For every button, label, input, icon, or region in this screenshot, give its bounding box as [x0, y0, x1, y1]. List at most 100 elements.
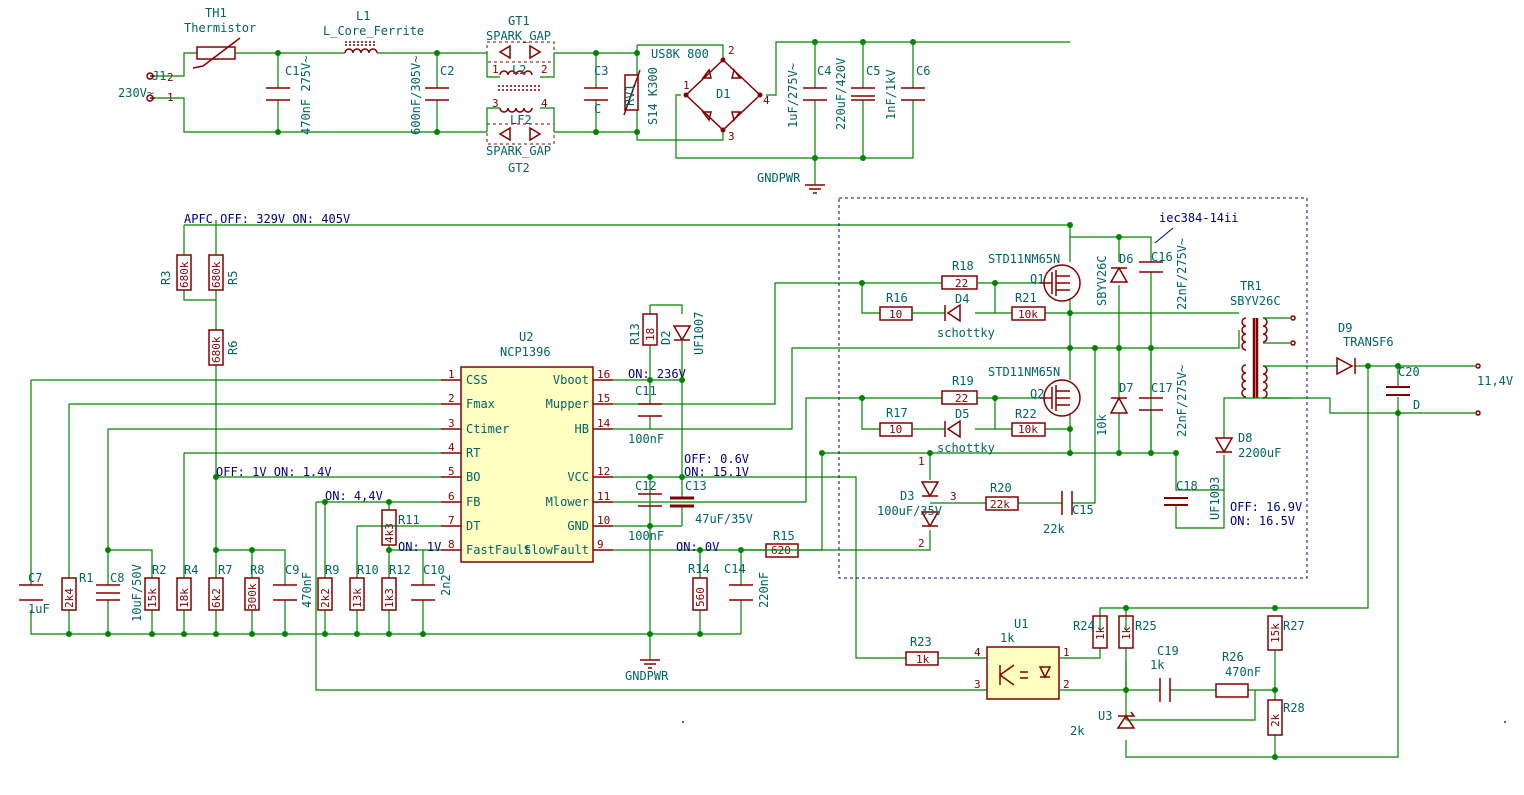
u2-pin-number: 15 — [597, 392, 610, 405]
gt2-value: SPARK_GAP — [486, 144, 551, 158]
u2-pin-name: Mupper — [546, 397, 589, 411]
q2-value: STD11NM65N — [988, 365, 1060, 379]
c1-value: 470nF 275V~ — [299, 56, 313, 135]
r26-ref: R26 — [1222, 650, 1244, 664]
svg-text:18k: 18k — [178, 588, 191, 608]
tr1-value: SBYV26C — [1230, 294, 1281, 308]
u2-pin-name: Mlower — [546, 495, 589, 509]
u2-pin-number: 11 — [597, 490, 610, 503]
u2-pin-number: 8 — [448, 538, 455, 551]
bo-annotation: OFF: 1V ON: 1.4V — [216, 465, 332, 479]
u2-pin-number: 10 — [597, 514, 610, 527]
r21-ref: R21 — [1015, 291, 1037, 305]
svg-text:1k: 1k — [916, 653, 930, 666]
d9-value: TRANSF6 — [1343, 335, 1394, 349]
l1-value: L_Core_Ferrite — [323, 24, 424, 38]
svg-text:4: 4 — [763, 94, 770, 107]
r25-ref: R25 — [1135, 619, 1157, 633]
vcc-on-annotation: ON: 15.1V — [684, 465, 749, 479]
c13-ref: C13 — [685, 479, 707, 493]
c18-ref: C18 — [1176, 479, 1198, 493]
svg-text:680k: 680k — [210, 261, 223, 288]
c19-ref: C19 — [1157, 644, 1179, 658]
r12-ref: R12 — [389, 563, 411, 577]
schematic-canvas: J1 2 1 230V~ TH1 Thermistor L1 L_Core_Fe… — [19, 6, 1513, 760]
r26-value: 470nF — [1225, 665, 1261, 679]
u2-pin-name: BO — [466, 470, 480, 484]
apfc-annotation: APFC OFF: 329V ON: 405V — [184, 212, 350, 226]
c9-ref: C9 — [285, 563, 299, 577]
c8-ref: C8 — [110, 571, 124, 585]
svg-text:2k4: 2k4 — [63, 588, 76, 608]
r7-ref: R7 — [218, 563, 232, 577]
u2-pin-number: 16 — [597, 368, 610, 381]
d9-ref: D9 — [1338, 321, 1352, 335]
q1-ref: Q1 — [1030, 272, 1044, 286]
feedback-section: 1k R23 U1 1k 4 3 1 2 1k 1k R24 R25 C19 1… — [905, 615, 1305, 760]
d5-value: schottky — [937, 441, 995, 455]
c14-value: 220nF — [757, 572, 771, 608]
r1-ref: R1 — [79, 571, 93, 585]
c18-value: UF1003 — [1208, 477, 1222, 520]
r6-ref: R6 — [226, 341, 240, 355]
capacitor-c2: C2 600nF/305V~ — [409, 50, 454, 135]
u2-pin-number: 2 — [448, 392, 455, 405]
svg-text:22k: 22k — [990, 498, 1010, 511]
u2-pin-number: 7 — [448, 514, 455, 527]
svg-text:560: 560 — [694, 587, 707, 607]
c14-ref: C14 — [724, 562, 746, 576]
u1-ref: U1 — [1014, 617, 1028, 631]
d6-value: SBYV26C — [1095, 255, 1109, 306]
u2-pin-name: Vboot — [553, 373, 589, 387]
r27-ref: R27 — [1283, 619, 1305, 633]
r24-ref: R24 — [1073, 619, 1095, 633]
u3-value: 2k — [1070, 724, 1085, 738]
half-bridge-section: iec384-14ii 22 R18 10 R16 D4 schottky 10… — [741, 197, 1308, 579]
c4-ref: C4 — [817, 64, 831, 78]
input-filter-section: J1 2 1 230V~ TH1 Thermistor L1 L_Core_Fe… — [118, 6, 1070, 194]
svg-text:22: 22 — [955, 277, 968, 290]
r13-ref: R13 — [628, 323, 642, 345]
svg-text:6k2: 6k2 — [210, 588, 223, 608]
aux-off-annotation: OFF: 16.9V — [1230, 500, 1302, 514]
svg-text:680k: 680k — [210, 336, 223, 363]
u2-pin-name: DT — [466, 519, 480, 533]
c17-value: 22nF/275V~ — [1175, 365, 1189, 437]
c4-value: 1uF/275V~ — [786, 63, 800, 128]
gndpwr-label-top: GNDPWR — [757, 171, 801, 185]
c1-ref: C1 — [285, 64, 299, 78]
u2-ref: U2 — [519, 330, 533, 344]
r11-ref: R11 — [398, 513, 420, 527]
brownout-divider: APFC OFF: 329V ON: 405V 680k 680k 680k R… — [159, 212, 1070, 550]
aux-on-annotation: ON: 16.5V — [1230, 514, 1295, 528]
u2-pin-number: 6 — [448, 490, 455, 503]
thermistor-th1: TH1 Thermistor — [184, 6, 256, 69]
u2-pin-number: 12 — [597, 465, 610, 478]
u2-pin-number: 9 — [597, 538, 604, 551]
c15-ref: C15 — [1072, 503, 1094, 517]
q1-value: STD11NM65N — [988, 252, 1060, 266]
d3-ref: D3 — [900, 489, 914, 503]
r18-ref: R18 — [952, 259, 974, 273]
c11-value: 100nF — [628, 432, 664, 446]
c20-ref: C20 — [1398, 365, 1420, 379]
svg-text:1k3: 1k3 — [383, 588, 396, 608]
c7-ref: C7 — [28, 571, 42, 585]
svg-text:10: 10 — [889, 308, 902, 321]
r10-ref: R10 — [357, 563, 379, 577]
svg-text:15k: 15k — [146, 588, 159, 608]
d1-ref: D1 — [716, 87, 730, 101]
svg-text:22: 22 — [955, 392, 968, 405]
d8-ref: D8 — [1238, 431, 1252, 445]
svg-text:1: 1 — [492, 63, 499, 76]
svg-text:18: 18 — [644, 328, 657, 341]
gt1-value: SPARK_GAP — [486, 29, 551, 43]
c6-value: 1nF/1kV — [884, 69, 898, 120]
u2-pin-name: FB — [466, 495, 480, 509]
inductor-l1: L1 L_Core_Ferrite — [323, 9, 424, 54]
c6-ref: C6 — [916, 64, 930, 78]
svg-text:300k: 300k — [246, 583, 259, 610]
c5-ref: C5 — [866, 64, 880, 78]
c12-ref: C12 — [635, 479, 657, 493]
c10-value: 2n2 — [439, 574, 453, 596]
